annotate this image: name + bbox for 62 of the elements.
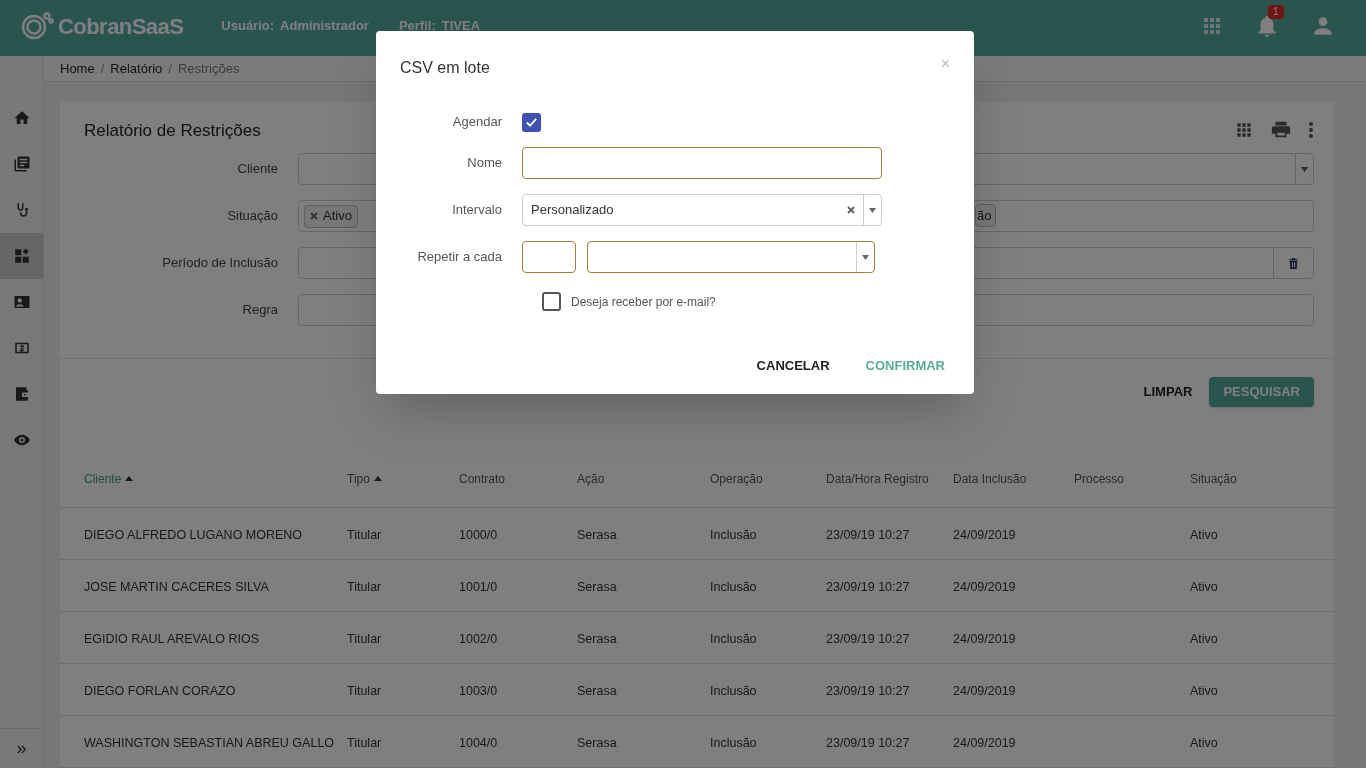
email-option-label: Deseja receber por e-mail?: [571, 293, 716, 311]
filter-label: Regra: [241, 301, 279, 320]
table-cell: 23/09/19 10:27: [826, 527, 910, 542]
filter-label: Cliente: [236, 160, 279, 179]
breadcrumb-separator: /: [168, 59, 172, 78]
app-logo: CobranSaaS: [58, 12, 184, 41]
table-cell: Ativo: [1190, 579, 1218, 594]
status-tag: ão: [975, 204, 997, 227]
table-cell: 1001/0: [459, 579, 498, 594]
table-cell: 1000/0: [459, 527, 498, 542]
table-cell: 1004/0: [459, 735, 498, 750]
table-cell: 1003/0: [459, 683, 498, 698]
profile-name: TIVEA: [441, 17, 481, 36]
table-cell: 24/09/2019: [953, 579, 1016, 594]
table-cell: Serasa: [577, 579, 617, 594]
breadcrumb-separator: /: [100, 59, 105, 78]
notification-badge: 1: [1268, 5, 1284, 19]
form-label: Intervalo: [451, 201, 503, 220]
table-cell: Serasa: [577, 735, 617, 750]
table-cell: Titular: [347, 631, 382, 646]
table-cell: Ativo: [1190, 631, 1218, 646]
breadcrumb-current: Restrições: [177, 59, 240, 78]
table-cell: DIEGO FORLAN CORAZO: [84, 683, 236, 698]
table-cell: 24/09/2019: [953, 683, 1016, 698]
form-label: Agendar: [451, 113, 503, 132]
table-cell: Ativo: [1190, 527, 1218, 542]
table-cell: Titular: [347, 527, 382, 542]
table-cell: Titular: [347, 735, 382, 750]
table-cell: Serasa: [577, 683, 617, 698]
table-cell: 23/09/19 10:27: [826, 735, 910, 750]
table-cell: Inclusão: [710, 735, 757, 750]
table-cell: WASHINGTON SEBASTIAN ABREU GALLO: [84, 735, 335, 750]
table-cell: 23/09/19 10:27: [826, 631, 910, 646]
table-cell: DIEGO ALFREDO LUGANO MORENO: [84, 527, 303, 542]
table-cell: Ativo: [1190, 735, 1218, 750]
table-cell: EGIDIO RAUL AREVALO RIOS: [84, 631, 260, 646]
table-cell: Inclusão: [710, 631, 757, 646]
table-cell: 23/09/19 10:27: [826, 579, 910, 594]
table-cell: JOSE MARTIN CACERES SILVA: [84, 579, 269, 594]
table-cell: 23/09/19 10:27: [826, 683, 910, 698]
table-cell: Inclusão: [710, 527, 757, 542]
table-cell: 1002/0: [459, 631, 498, 646]
form-label: Nome: [466, 154, 503, 173]
report-title: Relatório de Restrições: [84, 119, 261, 142]
filter-label: Situação: [226, 207, 279, 226]
table-cell: Serasa: [577, 527, 617, 542]
filter-label: Período de Inclusão: [161, 254, 279, 273]
table-cell: Ativo: [1190, 683, 1218, 698]
table-cell: Serasa: [577, 631, 617, 646]
table-cell: 24/09/2019: [953, 527, 1016, 542]
form-label: Repetir a cada: [416, 248, 503, 267]
table-cell: Inclusão: [710, 579, 757, 594]
table-cell: 24/09/2019: [953, 631, 1016, 646]
status-tag: Ativo: [304, 204, 358, 228]
user-label: Usuário:: [221, 17, 275, 36]
user-name: Administrador: [280, 17, 369, 36]
table-cell: Titular: [347, 683, 382, 698]
table-cell: Inclusão: [710, 683, 757, 698]
table-cell: Titular: [347, 579, 382, 594]
table-cell: 24/09/2019: [953, 735, 1016, 750]
profile-label: Perfil:: [398, 17, 436, 36]
dialog-title: CSV em lote: [400, 58, 490, 78]
